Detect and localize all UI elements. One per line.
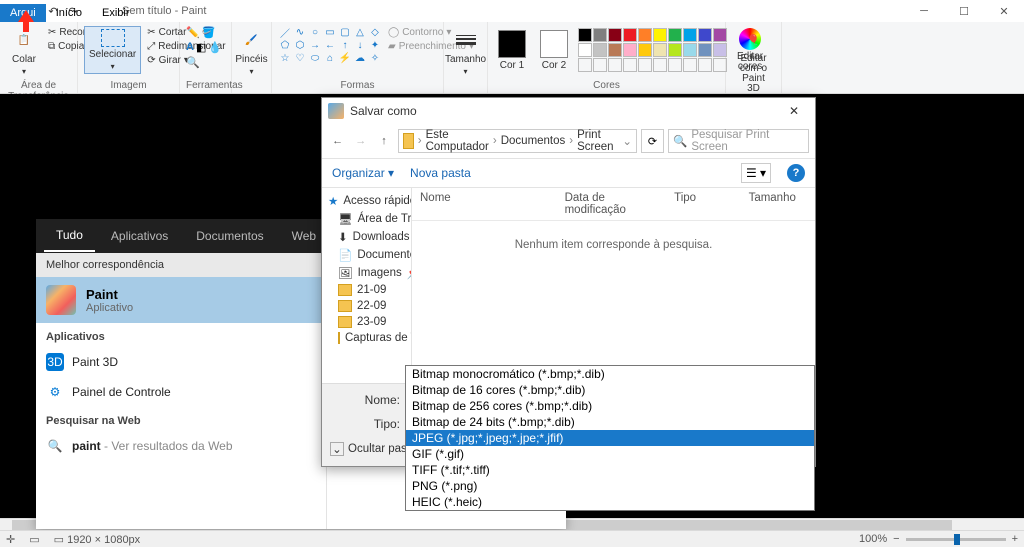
zoom-slider[interactable]: [906, 538, 1006, 541]
eraser-tool-icon[interactable]: ◧: [196, 41, 206, 54]
chevron-down-icon[interactable]: ⌄: [622, 134, 632, 148]
color1-button[interactable]: Cor 1: [494, 28, 530, 73]
col-size: Tamanho: [741, 192, 815, 216]
search-icon: 🔍: [673, 134, 687, 148]
empty-message: Nenhum item corresponde à pesquisa.: [412, 221, 815, 369]
tree-folder-2209[interactable]: 22-09: [322, 298, 411, 314]
best-match-title: Paint: [86, 287, 133, 302]
ribbon: 📋Colar▾ ✂ Recortar ⧉ Copiar Área de Tran…: [0, 22, 1024, 94]
start-tab-all[interactable]: Tudo: [44, 220, 95, 252]
filetype-label: Tipo:: [330, 417, 400, 431]
status-bar: ✛ ▭ ▭ 1920 × 1080px 100% − +: [0, 530, 1024, 547]
search-input[interactable]: 🔍Pesquisar Print Screen: [668, 129, 809, 153]
tree-captures[interactable]: Capturas de Tela: [322, 330, 411, 346]
pencil-tool-icon[interactable]: ✏️: [186, 26, 200, 39]
breadcrumb[interactable]: › Este Computador› Documentos› Print Scr…: [398, 129, 637, 153]
col-date: Data de modificação: [557, 192, 667, 216]
close-button[interactable]: ✕: [984, 0, 1024, 22]
view-mode-button[interactable]: ☰ ▾: [741, 163, 771, 183]
select-button[interactable]: Selecionar▾: [84, 26, 141, 74]
chevron-down-icon: ⌄: [330, 442, 344, 456]
tree-downloads[interactable]: ⬇Downloads📌: [322, 228, 411, 246]
fill-tool-icon[interactable]: 🪣: [202, 26, 216, 39]
size-button[interactable]: Tamanho▾: [450, 26, 481, 78]
zoom-out-button[interactable]: −: [893, 533, 899, 545]
selection-size-icon: ▭: [29, 533, 39, 546]
tab-home[interactable]: Início: [46, 4, 92, 22]
search-icon: 🔍: [46, 437, 64, 455]
minimize-button[interactable]: ─: [904, 0, 944, 22]
nav-back-button[interactable]: ←: [328, 130, 347, 152]
nav-forward-button[interactable]: →: [351, 130, 370, 152]
tree-images[interactable]: 🖼Imagens📌: [322, 264, 411, 282]
tab-view[interactable]: Exibir: [92, 4, 140, 22]
paint3d-button[interactable]: 🎈Editar com o Paint 3D: [732, 26, 775, 96]
best-match-kind: Aplicativo: [86, 302, 133, 314]
dd-bmp-24[interactable]: Bitmap de 24 bits (*.bmp;*.dib): [406, 414, 814, 430]
column-headers[interactable]: Nome Data de modificação Tipo Tamanho: [412, 188, 815, 221]
color-palette[interactable]: [578, 28, 727, 72]
tree-desktop[interactable]: 🖥Área de Traba📌: [322, 210, 411, 228]
tree-folder-2309[interactable]: 23-09: [322, 314, 411, 330]
ribbon-group-shapes: Formas: [278, 80, 437, 91]
maximize-button[interactable]: ☐: [944, 0, 984, 22]
tree-folder-2109[interactable]: 21-09: [322, 282, 411, 298]
dd-bmp-16[interactable]: Bitmap de 16 cores (*.bmp;*.dib): [406, 382, 814, 398]
zoom-tool-icon[interactable]: 🔍: [186, 56, 200, 69]
folder-icon: [403, 133, 414, 149]
annotation-arrow-icon: [18, 10, 34, 32]
filetype-dropdown[interactable]: Bitmap monocromático (*.bmp;*.dib) Bitma…: [405, 365, 815, 511]
dd-heic[interactable]: HEIC (*.heic): [406, 494, 814, 510]
organize-button[interactable]: Organizar ▾: [332, 166, 394, 180]
cursor-pos-icon: ✛: [6, 533, 15, 546]
refresh-button[interactable]: ⟳: [641, 129, 664, 153]
new-folder-button[interactable]: Nova pasta: [410, 166, 471, 180]
dialog-title: Salvar como: [350, 104, 417, 118]
dd-png[interactable]: PNG (*.png): [406, 478, 814, 494]
ribbon-group-image: Imagem: [84, 80, 173, 91]
dd-jpeg[interactable]: JPEG (*.jpg;*.jpeg;*.jpe;*.jfif): [406, 430, 814, 446]
ribbon-group-colors: Cores: [494, 80, 719, 91]
zoom-value: 100%: [859, 533, 887, 545]
nav-up-button[interactable]: ↑: [374, 130, 393, 152]
paint-app-icon: [46, 285, 76, 315]
tree-documents[interactable]: 📄Documentos📌: [322, 246, 411, 264]
dd-bmp-256[interactable]: Bitmap de 256 cores (*.bmp;*.dib): [406, 398, 814, 414]
start-tab-apps[interactable]: Aplicativos: [99, 221, 180, 251]
col-name: Nome: [412, 192, 557, 216]
brushes-button[interactable]: 🖌️Pincéis▾: [238, 26, 265, 78]
canvas-size: ▭ 1920 × 1080px: [54, 533, 141, 546]
col-type: Tipo: [666, 192, 740, 216]
color2-button[interactable]: Cor 2: [536, 28, 572, 73]
title-bar: 🎨 💾 ↶ ↷ Sem título - Paint ─ ☐ ✕ ?: [0, 0, 1024, 22]
dd-tiff[interactable]: TIFF (*.tif;*.tiff): [406, 462, 814, 478]
dialog-help-button[interactable]: ?: [787, 164, 805, 182]
filename-label: Nome:: [330, 393, 400, 407]
dd-bmp-mono[interactable]: Bitmap monocromático (*.bmp;*.dib): [406, 366, 814, 382]
dialog-close-button[interactable]: ✕: [779, 104, 809, 118]
start-tab-docs[interactable]: Documentos: [184, 221, 275, 251]
text-tool-icon[interactable]: A: [186, 41, 194, 53]
tree-quick-access[interactable]: ★Acesso rápido: [322, 192, 411, 210]
shapes-gallery[interactable]: ／∿○▭▢△◇ ⬠⬡→←↑↓✦ ☆♡⬭⌂⚡☁✧: [278, 26, 382, 64]
ribbon-group-tools: Ferramentas: [186, 80, 225, 91]
paste-button[interactable]: 📋Colar▾: [6, 26, 42, 78]
folder-tree[interactable]: ★Acesso rápido 🖥Área de Traba📌 ⬇Download…: [322, 188, 412, 383]
dd-gif[interactable]: GIF (*.gif): [406, 446, 814, 462]
picker-tool-icon[interactable]: 💧: [208, 41, 222, 54]
dialog-icon: [328, 103, 344, 119]
zoom-in-button[interactable]: +: [1012, 533, 1018, 545]
